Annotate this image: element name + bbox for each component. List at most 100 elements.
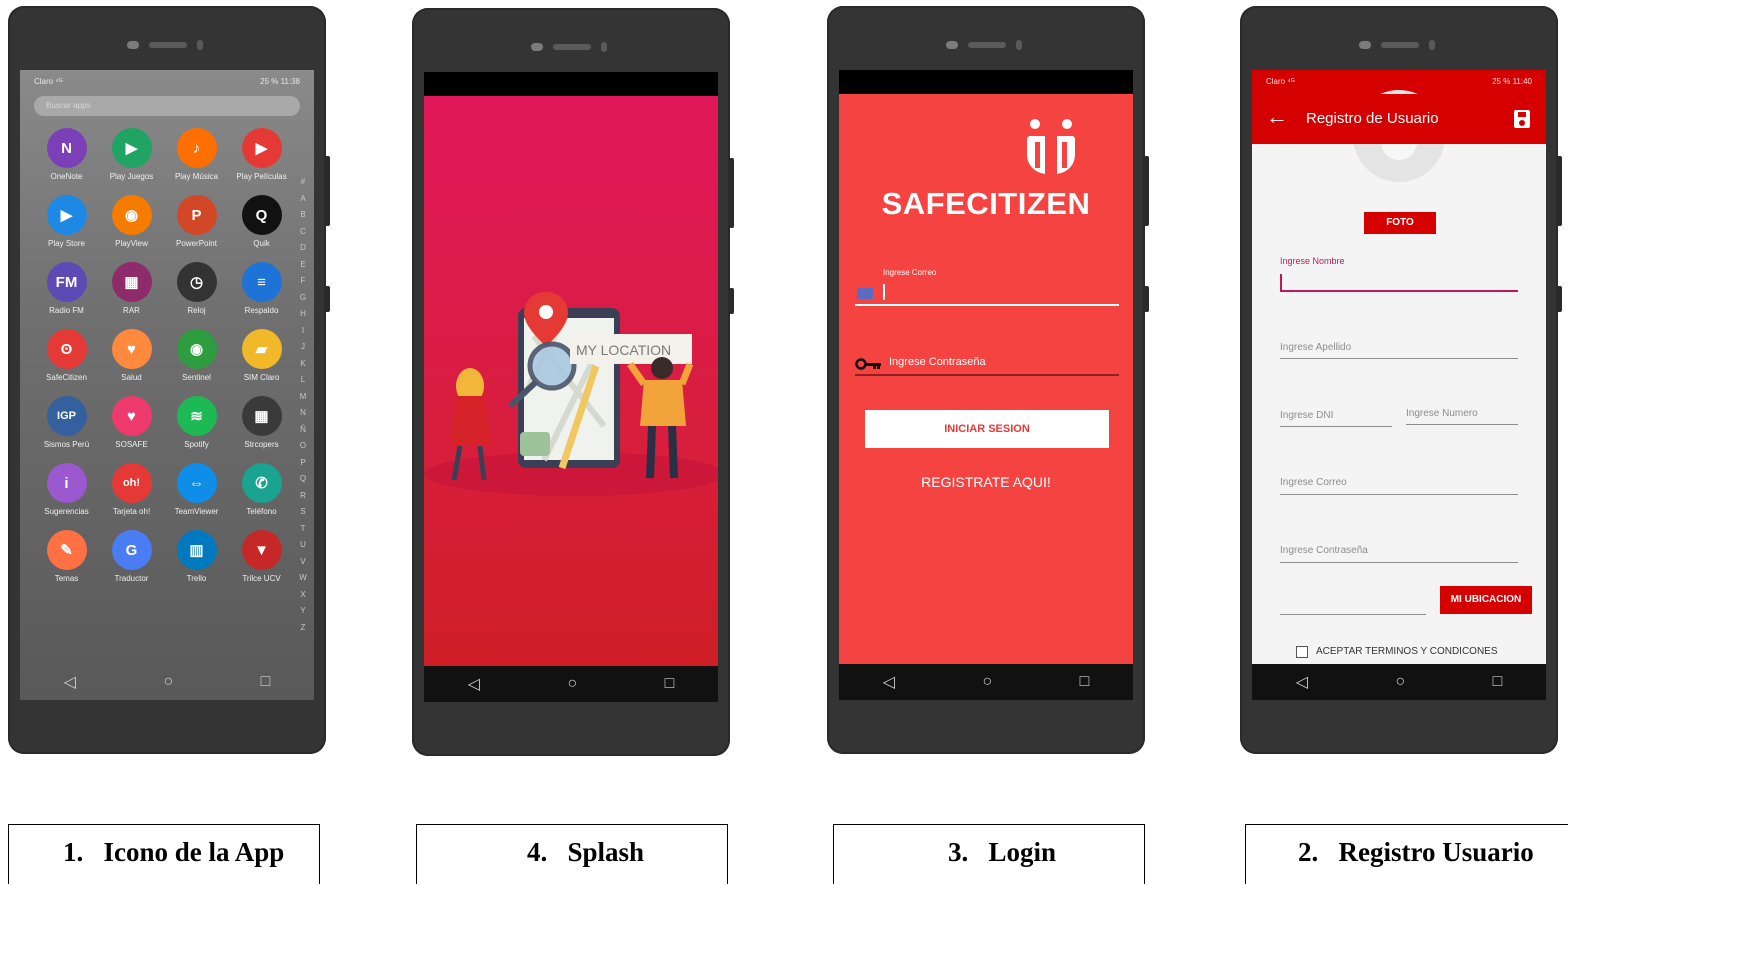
recent-nav-icon[interactable]: □ <box>1080 673 1090 691</box>
app-launcher[interactable]: ▥ Trello <box>164 530 229 583</box>
app-launcher[interactable]: ♥ SOSAFE <box>99 396 164 449</box>
alphabet-letter[interactable]: R <box>298 488 308 505</box>
app-launcher[interactable]: ▦ Strcopers <box>229 396 294 449</box>
app-launcher[interactable]: ʘ SafeCitizen <box>34 329 99 382</box>
app-launcher[interactable]: i Sugerencias <box>34 463 99 516</box>
app-label: SIM Claro <box>243 373 280 382</box>
app-launcher[interactable]: ♪ Play Música <box>164 128 229 181</box>
power-button <box>1144 286 1149 312</box>
alphabet-letter[interactable]: Ñ <box>298 422 308 439</box>
recent-nav-icon[interactable]: □ <box>261 673 271 691</box>
app-launcher[interactable]: IGP Sismos Perú <box>34 396 99 449</box>
dni-input[interactable] <box>1280 426 1392 427</box>
email-input[interactable] <box>1280 494 1518 495</box>
alphabet-index[interactable]: # A B C D E F G H I J K L M N Ñ O P Q R S T U V W X Y Z <box>298 174 308 636</box>
app-launcher[interactable]: Q Quik <box>229 195 294 248</box>
alphabet-letter[interactable]: D <box>298 240 308 257</box>
alphabet-letter[interactable]: J <box>298 339 308 356</box>
lastname-input[interactable] <box>1280 358 1518 359</box>
password-input[interactable] <box>855 374 1119 376</box>
dni-field-label: Ingrese DNI <box>1280 410 1334 421</box>
recent-nav-icon[interactable]: □ <box>665 675 675 693</box>
app-label: PowerPoint <box>176 239 217 248</box>
app-launcher[interactable]: ▶ Play Juegos <box>99 128 164 181</box>
brand-title: SAFECITIZEN <box>881 186 1091 221</box>
app-label: Temas <box>54 574 79 583</box>
alphabet-letter[interactable]: G <box>298 290 308 307</box>
alphabet-letter[interactable]: Y <box>298 603 308 620</box>
recent-nav-icon[interactable]: □ <box>1493 673 1503 691</box>
login-button[interactable]: INICIAR SESION <box>865 410 1109 448</box>
app-launcher[interactable]: ♥ Salud <box>99 329 164 382</box>
alphabet-letter[interactable]: # <box>298 174 308 191</box>
caption-register: 2. Registro Usuario <box>1245 824 1568 884</box>
app-launcher[interactable]: ⇔ TeamViewer <box>164 463 229 516</box>
app-launcher[interactable]: ▼ Trilce UCV <box>229 530 294 583</box>
alphabet-letter[interactable]: S <box>298 504 308 521</box>
alphabet-letter[interactable]: B <box>298 207 308 224</box>
alphabet-letter[interactable]: X <box>298 587 308 604</box>
alphabet-letter[interactable]: N <box>298 405 308 422</box>
alphabet-letter[interactable]: A <box>298 191 308 208</box>
alphabet-letter[interactable]: C <box>298 224 308 241</box>
caption-number: 4. <box>527 837 548 867</box>
alphabet-letter[interactable]: U <box>298 537 308 554</box>
app-launcher[interactable]: ▰ SIM Claro <box>229 329 294 382</box>
save-icon[interactable] <box>1514 110 1530 128</box>
alphabet-letter[interactable]: E <box>298 257 308 274</box>
app-launcher[interactable]: oh! Tarjeta oh! <box>99 463 164 516</box>
app-launcher[interactable]: ◉ Sentinel <box>164 329 229 382</box>
sentinel-icon: ◉ <box>176 329 217 369</box>
register-link[interactable]: REGISTRATE AQUI! <box>839 474 1133 490</box>
app-launcher[interactable]: ▶ Play Películas <box>229 128 294 181</box>
app-launcher[interactable]: N OneNote <box>34 128 99 181</box>
app-launcher[interactable]: ◷ Reloj <box>164 262 229 315</box>
back-nav-icon[interactable]: ◁ <box>64 672 76 692</box>
quik-icon: Q <box>241 195 282 235</box>
name-input[interactable] <box>1280 290 1518 292</box>
alphabet-letter[interactable]: F <box>298 273 308 290</box>
alphabet-letter[interactable]: I <box>298 323 308 340</box>
app-launcher[interactable]: FM Radio FM <box>34 262 99 315</box>
app-launcher[interactable]: G Traductor <box>99 530 164 583</box>
app-launcher[interactable]: ▶ Play Store <box>34 195 99 248</box>
app-launcher[interactable]: ✎ Temas <box>34 530 99 583</box>
caption-text: Splash <box>567 837 645 867</box>
back-nav-icon[interactable]: ◁ <box>883 672 895 692</box>
alphabet-letter[interactable]: V <box>298 554 308 571</box>
number-input[interactable] <box>1406 424 1518 425</box>
app-launcher[interactable]: ≡ Respaldo <box>229 262 294 315</box>
home-nav-icon[interactable]: ○ <box>163 673 173 691</box>
app-launcher[interactable]: ✆ Teléfono <box>229 463 294 516</box>
alphabet-letter[interactable]: T <box>298 521 308 538</box>
alphabet-letter[interactable]: L <box>298 372 308 389</box>
alphabet-letter[interactable]: K <box>298 356 308 373</box>
app-label: Sismos Perú <box>43 440 90 449</box>
home-nav-icon[interactable]: ○ <box>1395 673 1405 691</box>
email-input[interactable] <box>855 304 1119 306</box>
back-nav-icon[interactable]: ◁ <box>1296 672 1308 692</box>
password-input[interactable] <box>1280 562 1518 563</box>
alphabet-letter[interactable]: W <box>298 570 308 587</box>
terms-checkbox[interactable] <box>1296 646 1308 658</box>
alphabet-letter[interactable]: H <box>298 306 308 323</box>
alphabet-letter[interactable]: P <box>298 455 308 472</box>
app-launcher[interactable]: ▦ RAR <box>99 262 164 315</box>
app-label: Strcopers <box>244 440 279 449</box>
back-arrow-icon[interactable]: ← <box>1266 104 1288 130</box>
home-nav-icon[interactable]: ○ <box>567 675 577 693</box>
home-nav-icon[interactable]: ○ <box>982 673 992 691</box>
back-nav-icon[interactable]: ◁ <box>468 674 480 694</box>
app-launcher[interactable]: ◉ PlayView <box>99 195 164 248</box>
sim-icon: ▰ <box>241 329 282 369</box>
alphabet-letter[interactable]: Z <box>298 620 308 637</box>
app-launcher[interactable]: ≋ Spotify <box>164 396 229 449</box>
alphabet-letter[interactable]: M <box>298 389 308 406</box>
location-input[interactable] <box>1280 614 1426 615</box>
my-location-button[interactable]: MI UBICACION <box>1440 586 1532 614</box>
app-search-input[interactable]: Buscar apps <box>34 96 300 116</box>
alphabet-letter[interactable]: Q <box>298 471 308 488</box>
app-launcher[interactable]: P PowerPoint <box>164 195 229 248</box>
alphabet-letter[interactable]: O <box>298 438 308 455</box>
photo-button[interactable]: FOTO <box>1364 212 1436 234</box>
